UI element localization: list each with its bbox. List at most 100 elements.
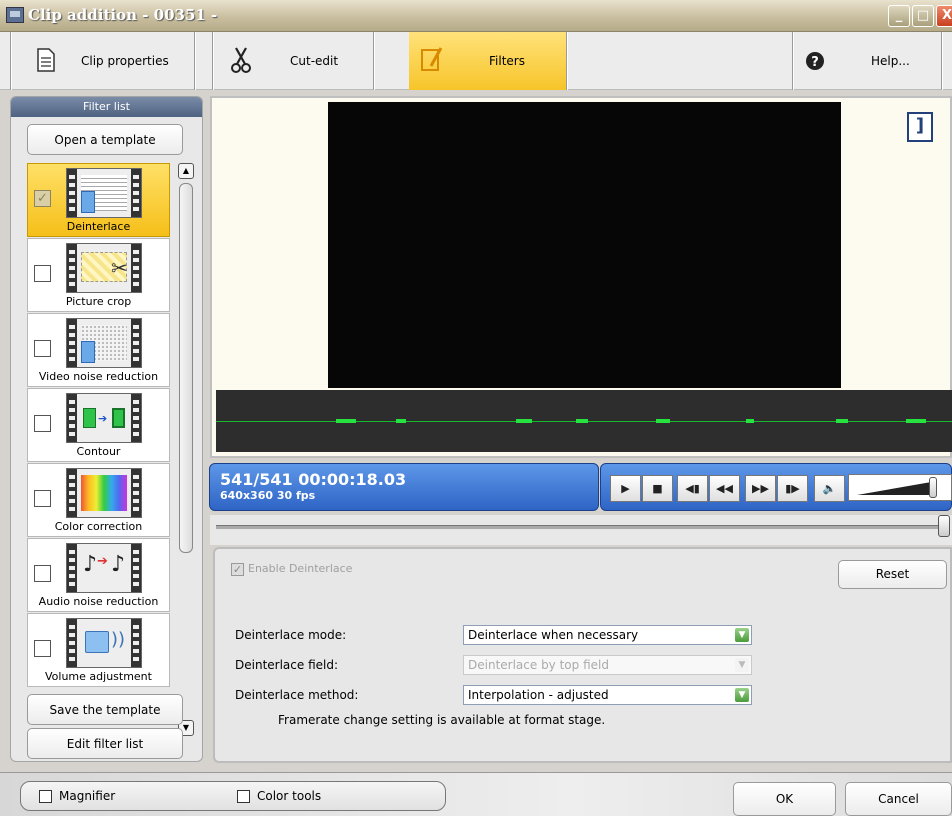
help-icon: ? xyxy=(806,52,824,70)
deinterlace-method-select[interactable]: Interpolation - adjusted ▼ xyxy=(463,685,752,705)
filter-label: Audio noise reduction xyxy=(38,595,159,608)
magnifier-checkbox[interactable] xyxy=(39,790,52,803)
deinterlace-mode-label: Deinterlace mode: xyxy=(235,628,347,642)
color-tools-checkbox[interactable] xyxy=(237,790,250,803)
select-value: Deinterlace when necessary xyxy=(468,628,639,642)
color-tools-label: Color tools xyxy=(257,789,322,803)
filter-pencil-icon xyxy=(421,47,443,71)
volume-slider[interactable] xyxy=(848,474,952,501)
bottom-bar: Magnifier Color tools OK Cancel xyxy=(0,772,952,816)
deinterlace-icon xyxy=(66,168,142,218)
filter-item-contour[interactable]: ➔ Contour xyxy=(27,388,170,462)
video-preview xyxy=(328,102,841,388)
magnifier-label: Magnifier xyxy=(59,789,116,803)
audio-waveform xyxy=(216,390,952,452)
maximize-button[interactable]: □ xyxy=(912,5,934,27)
app-icon xyxy=(6,7,24,23)
reset-button[interactable]: Reset xyxy=(838,560,947,589)
filter-item-video-noise-reduction[interactable]: Video noise reduction xyxy=(27,313,170,387)
contour-icon: ➔ xyxy=(66,393,142,443)
save-template-button[interactable]: Save the template xyxy=(27,694,183,725)
filter-list-panel: Filter list Open a template ✓ Deinterlac… xyxy=(10,96,203,762)
filter-checkbox[interactable] xyxy=(34,490,51,507)
filter-item-deinterlace[interactable]: ✓ Deinterlace xyxy=(27,163,170,237)
tab-filters[interactable]: Filters xyxy=(409,32,566,90)
video-info: 640x360 30 fps xyxy=(220,489,316,502)
volume-ramp xyxy=(857,481,937,495)
step-back-icon[interactable]: ◀▮ xyxy=(677,475,708,502)
tab-label: Filters xyxy=(489,54,525,68)
window-title: Clip addition - 00351 - xyxy=(28,6,218,24)
select-value: Interpolation - adjusted xyxy=(468,688,609,702)
scissors-icon xyxy=(231,47,251,73)
filter-list: ✓ Deinterlace ✂ Picture crop Video noise… xyxy=(27,163,187,741)
tab-label: Clip properties xyxy=(81,54,169,68)
svg-text:?: ? xyxy=(811,55,819,70)
ok-button[interactable]: OK xyxy=(733,782,836,816)
chevron-down-icon: ▼ xyxy=(735,658,749,672)
color-spectrum-icon xyxy=(66,468,142,518)
checkbox-icon: ✓ xyxy=(231,562,244,576)
cancel-button[interactable]: Cancel xyxy=(845,782,952,816)
tab-cut-edit[interactable]: Cut-edit xyxy=(213,32,373,90)
filter-label: Contour xyxy=(76,445,121,458)
volume-thumb[interactable] xyxy=(929,477,937,498)
speaker-icon: )) xyxy=(66,618,142,668)
document-icon xyxy=(37,48,55,72)
seek-thumb[interactable] xyxy=(938,515,950,537)
filter-label: Color correction xyxy=(54,520,143,533)
deinterlace-field-select: Deinterlace by top field ▼ xyxy=(463,655,752,675)
close-button[interactable]: X xyxy=(936,5,952,27)
enable-filter-checkbox[interactable]: ✓ Enable Deinterlace xyxy=(231,562,352,576)
scroll-up-arrow-icon[interactable]: ▲ xyxy=(178,163,194,179)
seek-track xyxy=(216,525,946,529)
minimize-button[interactable]: _ xyxy=(888,5,910,27)
filter-list-scrollbar[interactable]: ▲ ▼ xyxy=(178,163,194,741)
title-bar: Clip addition - 00351 - _ □ X xyxy=(0,0,952,32)
filter-list-header: Filter list xyxy=(11,97,202,117)
filter-item-color-correction[interactable]: Color correction xyxy=(27,463,170,537)
filter-settings-panel: ✓ Enable Deinterlace Reset Deinterlace mo… xyxy=(213,547,952,763)
deinterlace-mode-select[interactable]: Deinterlace when necessary ▼ xyxy=(463,625,752,645)
rewind-icon[interactable]: ◀◀ xyxy=(709,475,740,502)
framerate-note: Framerate change setting is available at… xyxy=(278,713,606,727)
filter-label: Video noise reduction xyxy=(38,370,159,383)
chevron-down-icon: ▼ xyxy=(735,688,749,702)
filter-checkbox[interactable]: ✓ xyxy=(34,190,51,207)
timecode-position: 541/541 00:00:18.03 xyxy=(220,470,407,489)
tab-label: Cut-edit xyxy=(290,54,339,68)
enable-filter-label: Enable Deinterlace xyxy=(248,562,353,575)
tab-help[interactable]: ? Help... xyxy=(793,32,941,90)
filter-item-volume-adjustment[interactable]: )) Volume adjustment xyxy=(27,613,170,687)
stop-icon[interactable]: ■ xyxy=(642,475,673,502)
filter-checkbox[interactable] xyxy=(34,565,51,582)
filter-item-picture-crop[interactable]: ✂ Picture crop xyxy=(27,238,170,312)
crop-scissors-icon: ✂ xyxy=(66,243,142,293)
tab-label: Help... xyxy=(871,54,910,68)
filter-label: Picture crop xyxy=(65,295,132,308)
filter-checkbox[interactable] xyxy=(34,415,51,432)
chevron-down-icon: ▼ xyxy=(735,628,749,642)
edit-filter-list-button[interactable]: Edit filter list xyxy=(27,728,183,759)
seek-bar[interactable] xyxy=(210,515,952,545)
filter-item-audio-noise-reduction[interactable]: ♪ ➔ ♪ Audio noise reduction xyxy=(27,538,170,612)
noise-icon xyxy=(66,318,142,368)
filter-label: Volume adjustment xyxy=(45,670,152,683)
filter-checkbox[interactable] xyxy=(34,640,51,657)
open-template-button[interactable]: Open a template xyxy=(27,124,183,155)
speaker-mute-icon[interactable]: 🔈 xyxy=(814,475,845,502)
tools-group: Magnifier Color tools xyxy=(20,781,446,811)
tab-clip-properties[interactable]: Clip properties xyxy=(11,32,194,90)
filter-label: Deinterlace xyxy=(66,220,131,233)
filter-checkbox[interactable] xyxy=(34,265,51,282)
main-toolbar: Clip properties Cut-edit Filters ? Help.… xyxy=(0,32,952,90)
fullscreen-icon[interactable]: ] xyxy=(907,112,933,142)
filter-checkbox[interactable] xyxy=(34,340,51,357)
deinterlace-method-label: Deinterlace method: xyxy=(235,688,359,702)
play-icon[interactable]: ▶ xyxy=(610,475,641,502)
deinterlace-field-label: Deinterlace field: xyxy=(235,658,339,672)
timecode-display: 541/541 00:00:18.03 640x360 30 fps xyxy=(209,463,599,511)
step-forward-icon[interactable]: ▮▶ xyxy=(777,475,808,502)
scrollbar-thumb[interactable] xyxy=(179,183,193,553)
fast-forward-icon[interactable]: ▶▶ xyxy=(745,475,776,502)
